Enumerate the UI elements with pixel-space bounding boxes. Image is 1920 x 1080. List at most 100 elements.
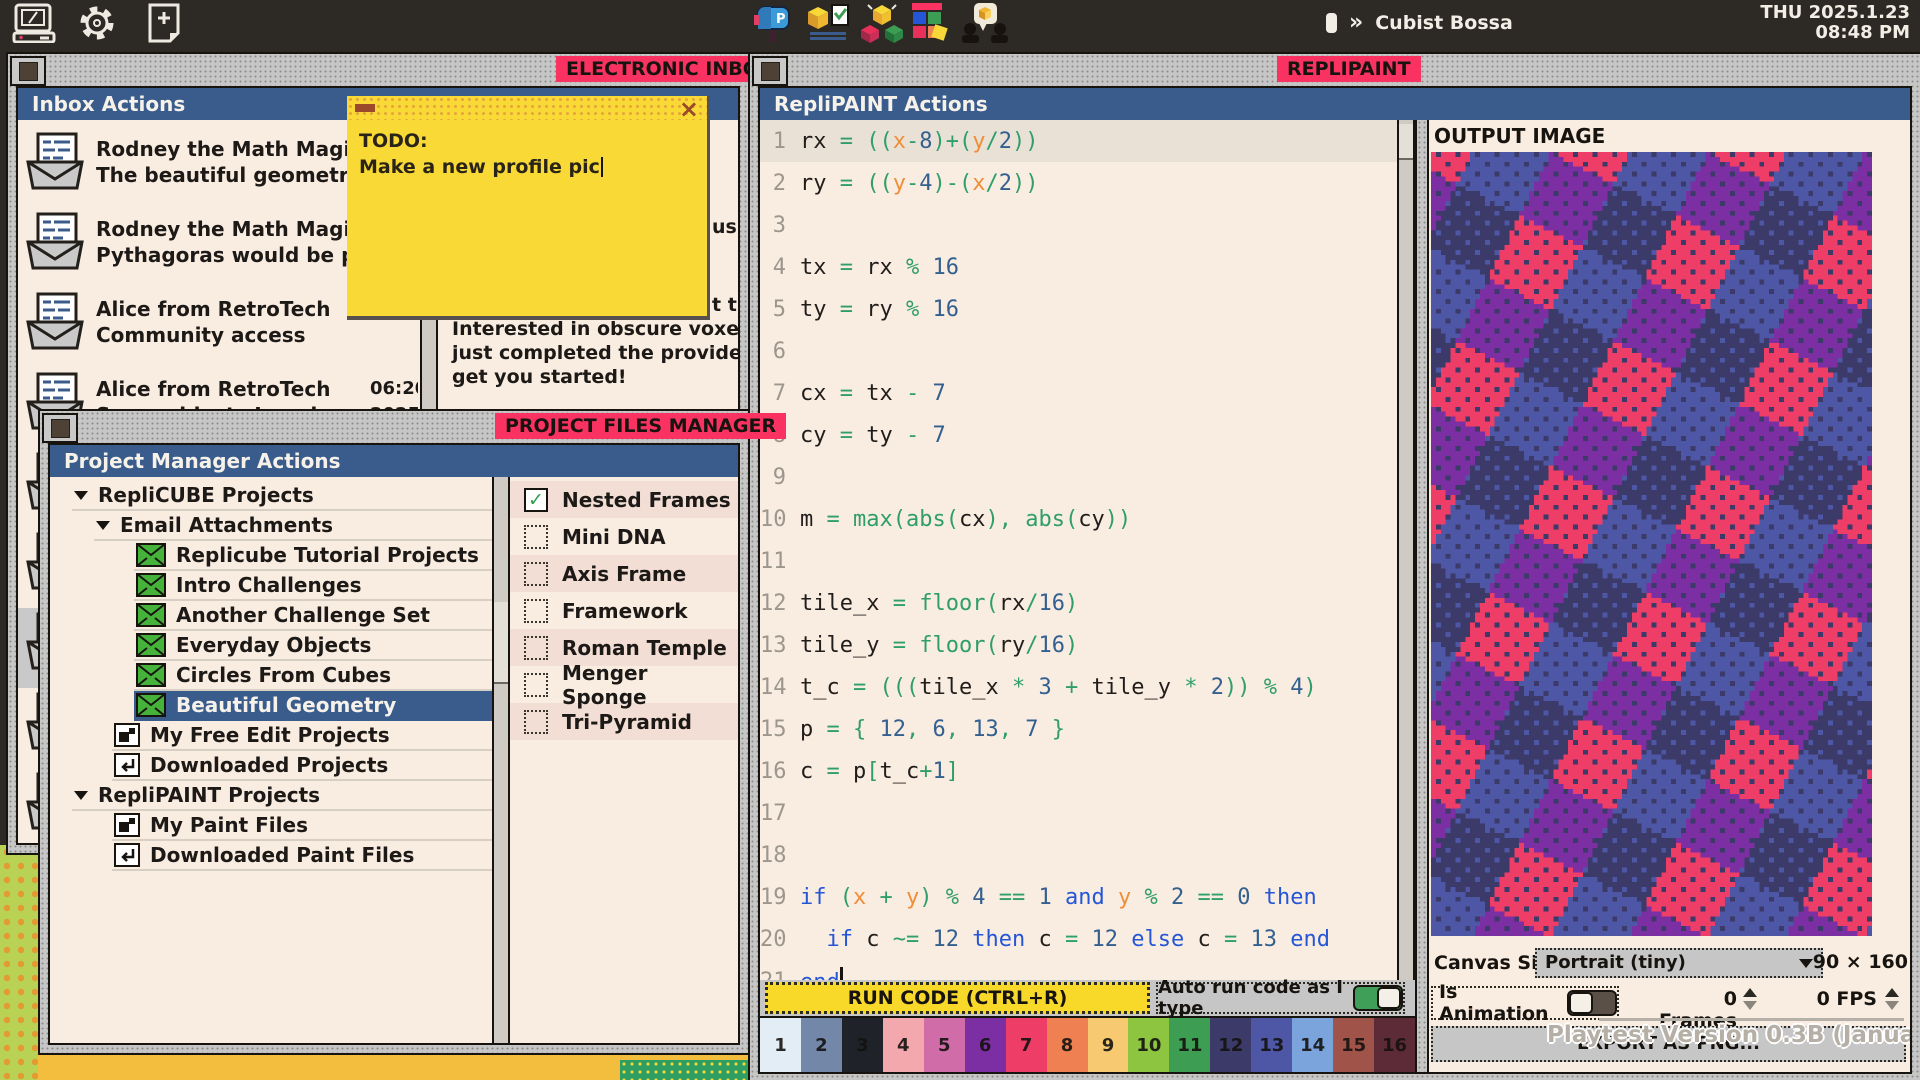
checkbox[interactable] — [524, 525, 548, 549]
checklist-item[interactable]: ✓ Nested Frames — [510, 481, 738, 518]
palette-swatch[interactable]: 1 — [760, 1018, 801, 1072]
scrollbar-thumb[interactable] — [494, 602, 508, 684]
scrollbar-thumb[interactable] — [1399, 124, 1413, 160]
community-avatars-app-icon[interactable] — [962, 3, 1006, 43]
palette-swatch[interactable]: 3 — [842, 1018, 883, 1072]
chevron-down-icon[interactable] — [96, 521, 110, 530]
note-minimize-button[interactable] — [355, 104, 375, 112]
code-line[interactable]: 10 m = max(abs(cx), abs(cy)) — [760, 498, 1397, 540]
project-window-title[interactable]: PROJECT FILES MANAGER — [495, 413, 786, 439]
palette-swatch[interactable]: 8 — [1047, 1018, 1088, 1072]
palette-swatch[interactable]: 13 — [1251, 1018, 1292, 1072]
fps-stepper[interactable] — [1885, 988, 1899, 1010]
palette-swatch[interactable]: 4 — [883, 1018, 924, 1072]
code-line[interactable]: 9 — [760, 456, 1397, 498]
palette-swatch[interactable]: 16 — [1374, 1018, 1415, 1072]
code-editor[interactable]: 1 rx = ((x-8)+(y/2)) 2 ry = ((y-4)-(x/2)… — [760, 120, 1397, 1072]
tree-item[interactable]: Circles From Cubes — [50, 661, 492, 691]
chevron-down-icon[interactable] — [74, 491, 88, 500]
project-titlebar[interactable]: PROJECT FILES MANAGER — [40, 411, 748, 443]
checkbox[interactable]: ✓ — [524, 488, 548, 512]
checklist-item[interactable]: Axis Frame — [510, 555, 738, 592]
code-line[interactable]: 5 ty = ry % 16 — [760, 288, 1397, 330]
palette-swatch[interactable]: 15 — [1333, 1018, 1374, 1072]
music-stop-icon[interactable] — [1326, 13, 1337, 33]
project-tree-scrollbar[interactable] — [492, 477, 510, 1043]
sticky-note[interactable]: × TODO: Make a new profile pic — [347, 96, 710, 320]
code-line[interactable]: 17 — [760, 792, 1397, 834]
palette-swatch[interactable]: 11 — [1169, 1018, 1210, 1072]
note-close-icon[interactable]: × — [679, 96, 699, 122]
mailbox-app-icon[interactable]: P — [752, 3, 796, 43]
checkbox[interactable] — [524, 599, 548, 623]
code-line[interactable]: 2 ry = ((y-4)-(x/2)) — [760, 162, 1397, 204]
chevron-down-icon[interactable] — [74, 791, 88, 800]
tree-item[interactable]: Everyday Objects — [50, 631, 492, 661]
is-animation-toggle[interactable] — [1567, 990, 1617, 1016]
replipaint-actions-menu[interactable]: RepliPAINT Actions — [760, 88, 1910, 120]
task-checklist-app-icon[interactable] — [806, 3, 850, 43]
tree-item[interactable]: My Paint Files — [50, 811, 492, 841]
code-line[interactable]: 8 cy = ty - 7 — [760, 414, 1397, 456]
code-line[interactable]: 20 if c ~= 12 then c = 12 else c = 13 en… — [760, 918, 1397, 960]
checklist-item[interactable]: Framework — [510, 592, 738, 629]
color-grid-app-icon[interactable] — [906, 3, 950, 43]
palette-swatch[interactable]: 2 — [801, 1018, 842, 1072]
frames-stepper[interactable] — [1743, 988, 1757, 1010]
code-line[interactable]: 6 — [760, 330, 1397, 372]
checkbox[interactable] — [524, 562, 548, 586]
settings-gear-icon[interactable] — [76, 3, 120, 43]
palette-swatch[interactable]: 10 — [1128, 1018, 1169, 1072]
tree-item[interactable]: My Free Edit Projects — [50, 721, 492, 751]
code-line[interactable]: 15 p = { 12, 6, 13, 7 } — [760, 708, 1397, 750]
note-title-strip[interactable]: × — [347, 96, 707, 120]
inbox-titlebar[interactable]: ELECTRONIC INBOX — [8, 54, 748, 86]
code-line[interactable]: 4 tx = rx % 16 — [760, 246, 1397, 288]
note-line[interactable]: Make a new profile pic — [359, 156, 603, 178]
code-line[interactable]: 19 if (x + y) % 4 == 1 and y % 2 == 0 th… — [760, 876, 1397, 918]
tree-item[interactable]: Downloaded Paint Files — [50, 841, 492, 871]
code-line[interactable]: 1 rx = ((x-8)+(y/2)) — [760, 120, 1397, 162]
palette-swatch[interactable]: 6 — [965, 1018, 1006, 1072]
window-menu-button[interactable] — [42, 413, 78, 443]
output-image-canvas[interactable] — [1431, 152, 1872, 936]
code-line[interactable]: 16 c = p[t_c+1] — [760, 750, 1397, 792]
checkbox[interactable] — [524, 673, 548, 697]
project-manager-actions-menu[interactable]: Project Manager Actions — [50, 445, 738, 477]
palette-swatch[interactable]: 7 — [1006, 1018, 1047, 1072]
window-menu-button[interactable] — [10, 56, 46, 86]
replipaint-window-title[interactable]: REPLIPAINT — [1277, 56, 1421, 82]
run-code-button[interactable]: RUN CODE (CTRL+R) — [765, 982, 1150, 1014]
computer-icon[interactable] — [12, 3, 56, 43]
code-line[interactable]: 18 — [760, 834, 1397, 876]
checklist-item[interactable]: Mini DNA — [510, 518, 738, 555]
code-line[interactable]: 13 tile_y = floor(ry/16) — [760, 624, 1397, 666]
tree-item[interactable]: RepliCUBE Projects — [50, 481, 492, 511]
code-line[interactable]: 11 — [760, 540, 1397, 582]
tree-item[interactable]: Intro Challenges — [50, 571, 492, 601]
checklist-item[interactable]: Menger Sponge — [510, 666, 738, 703]
voxel-cubes-app-icon[interactable] — [860, 3, 904, 43]
replipaint-titlebar[interactable]: REPLIPAINT — [750, 54, 1920, 86]
code-line[interactable]: 12 tile_x = floor(rx/16) — [760, 582, 1397, 624]
tree-item[interactable]: Email Attachments — [50, 511, 492, 541]
music-skip-icon[interactable]: » — [1349, 13, 1363, 33]
tree-item[interactable]: Replicube Tutorial Projects — [50, 541, 492, 571]
palette-swatch[interactable]: 14 — [1292, 1018, 1333, 1072]
canvas-size-dropdown[interactable]: Portrait (tiny) — [1535, 948, 1823, 978]
code-line[interactable]: 7 cx = tx - 7 — [760, 372, 1397, 414]
palette-swatch[interactable]: 12 — [1210, 1018, 1251, 1072]
code-line[interactable]: 3 — [760, 204, 1397, 246]
autorun-toggle[interactable] — [1353, 985, 1403, 1011]
code-editor-scrollbar[interactable] — [1397, 120, 1415, 1072]
tree-item[interactable]: Beautiful Geometry — [50, 691, 492, 721]
checkbox[interactable] — [524, 636, 548, 660]
pane-divider[interactable] — [1415, 120, 1429, 1072]
tree-item[interactable]: Downloaded Projects — [50, 751, 492, 781]
palette-swatch[interactable]: 5 — [924, 1018, 965, 1072]
new-document-icon[interactable] — [146, 3, 190, 43]
tree-item[interactable]: RepliPAINT Projects — [50, 781, 492, 811]
code-line[interactable]: 14 t_c = (((tile_x * 3 + tile_y * 2)) % … — [760, 666, 1397, 708]
palette-swatch[interactable]: 9 — [1088, 1018, 1129, 1072]
tree-item[interactable]: Another Challenge Set — [50, 601, 492, 631]
